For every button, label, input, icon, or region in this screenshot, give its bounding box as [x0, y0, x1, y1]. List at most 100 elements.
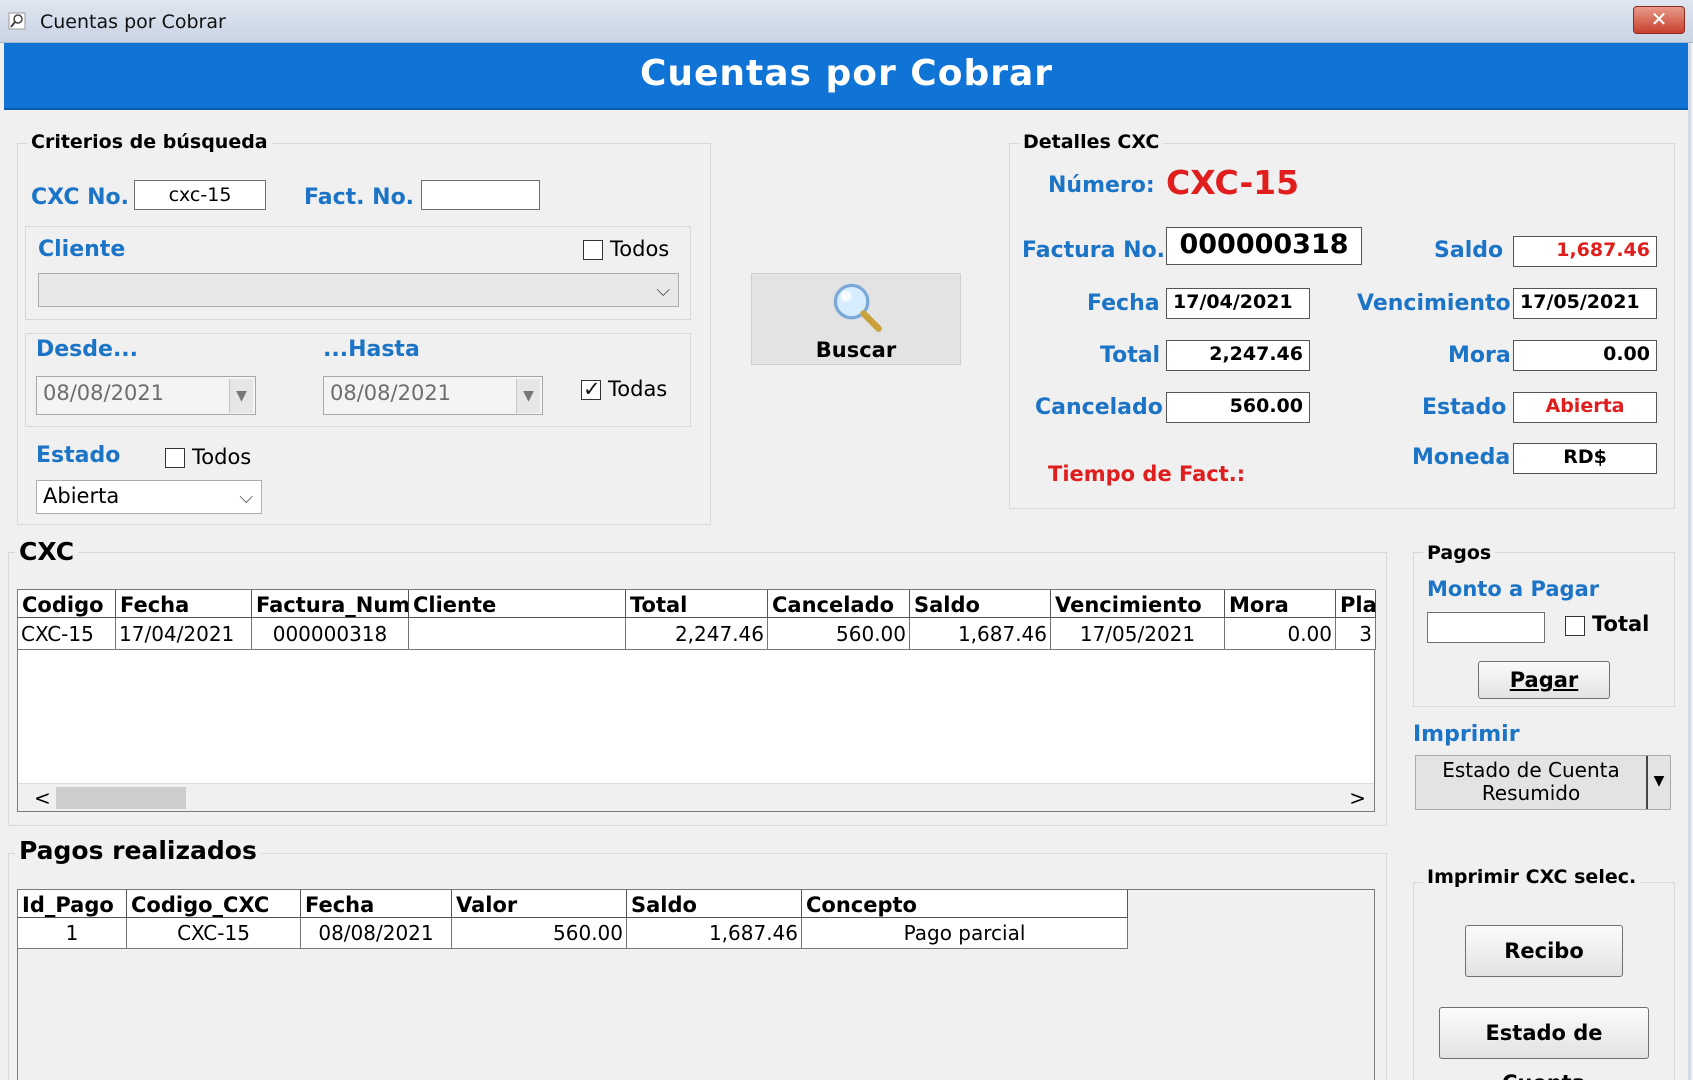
vencimiento-label: Vencimiento — [1357, 291, 1511, 316]
table-cell[interactable]: CXC-15 — [18, 618, 116, 650]
cliente-label: Cliente — [38, 237, 126, 262]
column-header[interactable]: Codigo_CXC — [127, 890, 301, 918]
chevron-down-icon: ⌵ — [239, 487, 253, 508]
magnifier-icon — [833, 283, 882, 332]
numero-label: Número: — [1048, 173, 1155, 198]
estado-cuenta-button[interactable]: Estado de Cuenta — [1439, 1007, 1649, 1080]
estado-detail-label: Estado — [1422, 395, 1507, 420]
column-header[interactable]: Factura_Num — [252, 590, 409, 618]
table-cell[interactable]: 1,687.46 — [627, 918, 802, 949]
column-header[interactable]: Cliente — [409, 590, 626, 618]
scrollbar-thumb[interactable] — [56, 787, 186, 809]
column-header[interactable]: Valor — [452, 890, 627, 918]
cxc-no-input[interactable]: cxc-15 — [134, 180, 266, 210]
imprimir-option-line2: Resumido — [1481, 781, 1581, 805]
fecha-label: Fecha — [1087, 291, 1160, 316]
table-cell[interactable]: 17/05/2021 — [1051, 618, 1225, 650]
pagar-button[interactable]: Pagar — [1478, 661, 1610, 699]
pagos-grid[interactable]: Id_Pago Codigo_CXC Fecha Valor Saldo Concepto… — [17, 889, 1375, 1080]
table-cell[interactable]: 3 — [1336, 618, 1376, 650]
cxc-no-label: CXC No. — [31, 185, 130, 210]
moneda-value: RD$ — [1513, 443, 1657, 474]
column-header[interactable]: Concepto — [802, 890, 1128, 918]
estado-detail-value: Abierta — [1513, 392, 1657, 423]
mora-label: Mora — [1448, 343, 1511, 368]
hasta-date-value: 08/08/2021 — [330, 381, 452, 405]
table-cell[interactable]: 560.00 — [768, 618, 910, 650]
table-cell[interactable]: 1 — [18, 918, 127, 949]
banner-title: Cuentas por Cobrar — [639, 53, 1054, 94]
estado-filter-label: Estado — [36, 443, 121, 468]
scroll-left-icon[interactable]: < — [34, 786, 51, 810]
vencimiento-value: 17/05/2021 — [1513, 288, 1657, 319]
cliente-todos-checkbox[interactable] — [583, 240, 603, 260]
imprimir-label: Imprimir — [1413, 722, 1520, 747]
factura-label: Factura No. — [1022, 238, 1166, 263]
saldo-value: 1,687.46 — [1513, 236, 1657, 267]
pagar-label: Pagar — [1509, 668, 1579, 692]
imprimir-cxc-legend: Imprimir CXC selec. — [1423, 866, 1641, 888]
numero-value: CXC-15 — [1166, 163, 1300, 202]
window-title: Cuentas por Cobrar — [40, 11, 226, 33]
cancelado-value: 560.00 — [1166, 392, 1310, 423]
table-cell[interactable]: Pago parcial — [802, 918, 1128, 949]
column-header[interactable]: Saldo — [910, 590, 1051, 618]
cliente-todos-label: Todos — [610, 237, 670, 261]
detalles-legend: Detalles CXC — [1019, 131, 1164, 153]
dropdown-arrow-icon[interactable]: ▼ — [1646, 756, 1670, 809]
desde-label: Desde... — [36, 337, 139, 362]
column-header[interactable]: Codigo — [18, 590, 116, 618]
desde-date-input[interactable]: 08/08/2021 ▼ — [36, 376, 256, 415]
cxc-horizontal-scrollbar[interactable]: < > — [18, 783, 1374, 811]
todas-checkbox[interactable] — [581, 377, 601, 401]
table-cell[interactable]: 560.00 — [452, 918, 627, 949]
pagos-legend: Pagos — [1423, 542, 1496, 564]
column-header[interactable]: Pla — [1336, 590, 1376, 618]
cxc-section-title: CXC — [15, 537, 79, 566]
imprimir-option-text: Estado de Cuenta Resumido — [1416, 759, 1646, 805]
estado-select-value: Abierta — [43, 484, 120, 508]
column-header[interactable]: Total — [626, 590, 768, 618]
table-cell[interactable]: 17/04/2021 — [116, 618, 252, 650]
column-header[interactable]: Saldo — [627, 890, 802, 918]
table-cell[interactable]: 2,247.46 — [626, 618, 768, 650]
recibo-button[interactable]: Recibo — [1465, 925, 1623, 977]
monto-pagar-label: Monto a Pagar — [1427, 577, 1600, 601]
table-cell[interactable]: 000000318 — [252, 618, 409, 650]
column-header[interactable]: Id_Pago — [18, 890, 127, 918]
column-header[interactable]: Vencimiento — [1051, 590, 1225, 618]
table-cell[interactable]: 1,687.46 — [910, 618, 1051, 650]
cliente-select[interactable]: ⌵ — [38, 273, 679, 307]
estado-todos-label: Todos — [192, 445, 252, 469]
calendar-dropdown-icon[interactable]: ▼ — [229, 379, 253, 413]
buscar-button[interactable]: Buscar — [751, 273, 961, 365]
chevron-down-icon: ⌵ — [656, 280, 670, 301]
table-cell[interactable]: 0.00 — [1225, 618, 1336, 650]
calendar-dropdown-icon[interactable]: ▼ — [516, 379, 540, 413]
close-button[interactable]: ✕ — [1633, 6, 1685, 34]
total-value: 2,247.46 — [1166, 340, 1310, 371]
monto-pagar-input[interactable] — [1427, 612, 1545, 643]
scroll-right-icon[interactable]: > — [1349, 786, 1366, 810]
column-header[interactable]: Fecha — [116, 590, 252, 618]
factura-value: 000000318 — [1166, 227, 1362, 265]
imprimir-dropdown[interactable]: Estado de Cuenta Resumido ▼ — [1415, 755, 1671, 810]
fact-no-input[interactable] — [421, 180, 540, 210]
table-cell[interactable]: 08/08/2021 — [301, 918, 452, 949]
column-header[interactable]: Mora — [1225, 590, 1336, 618]
imprimir-option-line1: Estado de Cuenta — [1442, 758, 1620, 782]
mora-value: 0.00 — [1513, 340, 1657, 371]
column-header[interactable]: Fecha — [301, 890, 452, 918]
estado-select[interactable]: Abierta ⌵ — [36, 480, 262, 514]
pagos-realizados-title: Pagos realizados — [15, 836, 261, 865]
pagar-total-checkbox[interactable] — [1565, 616, 1585, 636]
tiempo-fact-label: Tiempo de Fact.: — [1048, 462, 1246, 486]
estado-cuenta-label: Estado de Cuenta — [1485, 1021, 1603, 1080]
table-cell[interactable] — [409, 618, 626, 650]
column-header[interactable]: Cancelado — [768, 590, 910, 618]
hasta-date-input[interactable]: 08/08/2021 ▼ — [323, 376, 543, 415]
cxc-grid[interactable]: Codigo Fecha Factura_Num Cliente Total Cancel… — [17, 589, 1376, 812]
table-cell[interactable]: CXC-15 — [127, 918, 301, 949]
title-bar: Cuentas por Cobrar ✕ — [0, 0, 1693, 43]
estado-todos-checkbox[interactable] — [165, 448, 185, 468]
